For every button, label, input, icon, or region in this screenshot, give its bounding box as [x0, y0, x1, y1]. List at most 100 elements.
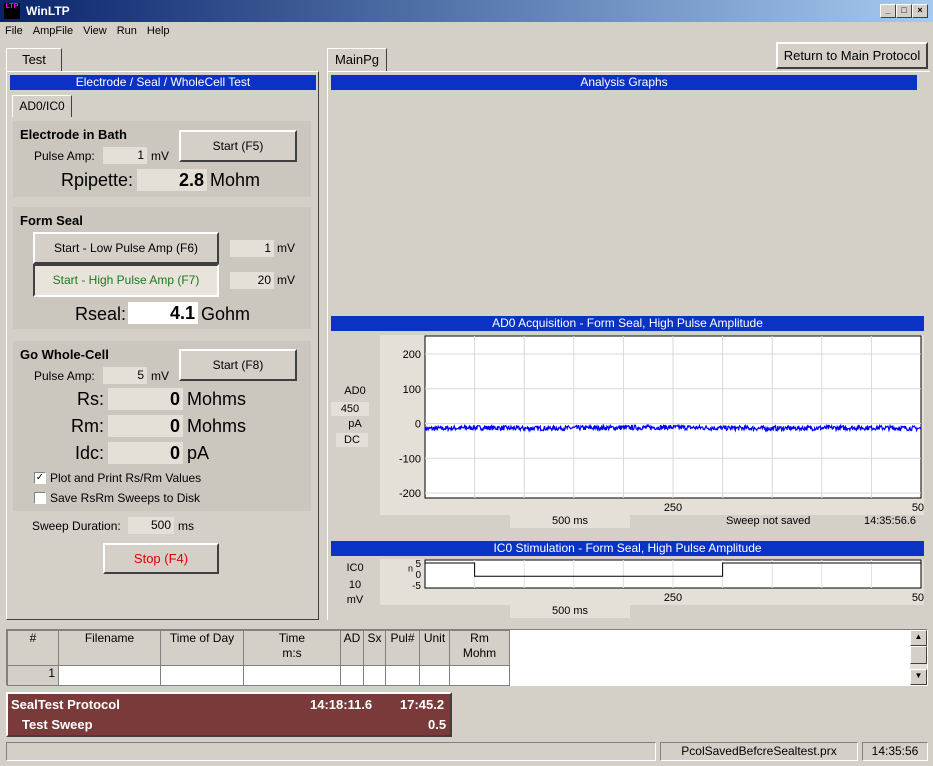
- stim-x-tick-label: 250: [664, 592, 682, 604]
- save-rsrm-checkbox[interactable]: [34, 492, 46, 504]
- rpipette-label: Rpipette:: [61, 170, 134, 190]
- bath-pulse-unit: mV: [151, 149, 169, 163]
- col-filename[interactable]: Filename: [58, 630, 161, 666]
- minimize-button[interactable]: _: [880, 4, 896, 18]
- rseal-unit: Gohm: [201, 304, 251, 324]
- acq-y-tick-label: -200: [399, 488, 421, 500]
- stimulation-header: IC0 Stimulation - Form Seal, High Pulse …: [331, 541, 924, 556]
- rseal-value: 4.1: [128, 302, 198, 324]
- idc-label: Idc:: [75, 443, 105, 463]
- electrode-header: Electrode / Seal / WholeCell Test: [10, 75, 316, 90]
- protocol-elapsed: 17:45.2: [400, 697, 445, 712]
- rseal-label: Rseal:: [75, 304, 127, 324]
- acq-x-tick-label: 500: [912, 502, 924, 514]
- form-seal-group: Form Seal Start - Low Pulse Amp (F6) 1 m…: [13, 207, 311, 329]
- plot-rsrm-checkbox[interactable]: ✓: [34, 472, 46, 484]
- acq-coupling[interactable]: DC: [336, 433, 368, 447]
- stim-channel: IC0: [346, 562, 364, 574]
- rs-value: 0: [108, 388, 183, 410]
- stim-x-tick-label: 500: [912, 592, 924, 604]
- bath-start-button[interactable]: Start (F5): [179, 130, 297, 162]
- acq-channel: AD0: [344, 385, 366, 397]
- col-time-of-day[interactable]: Time of Day: [160, 630, 244, 666]
- menu-file[interactable]: File: [0, 22, 28, 40]
- acq-y-tick-label: 200: [403, 349, 421, 361]
- protocol-name: SealTest Protocol: [11, 697, 120, 712]
- acq-y-tick-label: -100: [399, 453, 421, 465]
- maximize-button[interactable]: □: [896, 4, 912, 18]
- acquisition-plot: 2001000-100-2000250500: [399, 335, 924, 514]
- row-unit: [419, 665, 450, 686]
- table-scrollbar[interactable]: ▲ ▼: [910, 630, 927, 685]
- stim-y-tick-label: 5: [415, 559, 421, 570]
- scroll-up-icon[interactable]: ▲: [910, 630, 927, 646]
- rpipette-unit: Mohm: [210, 170, 261, 190]
- wholecell-pulse-value[interactable]: 5: [103, 367, 147, 384]
- sweep-value: 0.5: [428, 717, 447, 732]
- col-ad[interactable]: AD: [340, 630, 364, 666]
- high-pulse-value[interactable]: 20: [230, 272, 274, 289]
- stop-button[interactable]: Stop (F4): [103, 543, 219, 574]
- row-time: [243, 665, 341, 686]
- rm-unit: Mohms: [187, 416, 247, 436]
- status-clock: 14:35:56: [862, 742, 928, 761]
- menu-run[interactable]: Run: [112, 22, 142, 40]
- col-unit[interactable]: Unit: [419, 630, 450, 666]
- bath-title: Electrode in Bath: [20, 127, 127, 142]
- window-title: WinLTP: [26, 4, 70, 18]
- row-ad: [340, 665, 364, 686]
- rs-unit: Mohms: [187, 389, 247, 409]
- plot-rsrm-label: Plot and Print Rs/Rm Values: [50, 471, 202, 485]
- low-pulse-unit: mV: [277, 241, 295, 255]
- low-pulse-value[interactable]: 1: [230, 240, 274, 257]
- stim-xaxis-box: [394, 591, 454, 605]
- col-time[interactable]: Time m:s: [243, 630, 341, 666]
- col-pul[interactable]: Pul#: [385, 630, 420, 666]
- col-number[interactable]: #: [7, 630, 59, 666]
- high-pulse-unit: mV: [277, 273, 295, 287]
- menu-help[interactable]: Help: [142, 22, 175, 40]
- acq-xaxis-box: [394, 500, 454, 514]
- bath-pulse-label: Pulse Amp:: [34, 149, 95, 163]
- status-message: [6, 742, 656, 761]
- start-high-pulse-button[interactable]: Start - High Pulse Amp (F7): [33, 264, 219, 297]
- whole-cell-group: Go Whole-Cell Pulse Amp: 5 mV Start (F8)…: [13, 341, 311, 511]
- menu-bar: File AmpFile View Run Help: [0, 22, 933, 42]
- table-row[interactable]: 1: [7, 665, 510, 686]
- app-icon: LTP: [4, 3, 20, 19]
- sweep-duration-label: Sweep Duration:: [32, 519, 121, 533]
- acq-time: 14:35:56.6: [864, 515, 916, 527]
- stim-unit: mV: [346, 594, 364, 606]
- close-button[interactable]: ×: [912, 4, 928, 18]
- acquisition-header: AD0 Acquisition - Form Seal, High Pulse …: [331, 316, 924, 331]
- sweep-duration-value[interactable]: 500: [128, 517, 174, 534]
- rm-label: Rm:: [71, 416, 104, 436]
- sweep-table-grid: # Filename Time of Day Time m:s AD Sx Pu…: [7, 630, 510, 686]
- acq-status: Sweep not saved: [726, 515, 811, 527]
- scroll-thumb[interactable]: [910, 646, 927, 664]
- stim-gain: 10: [348, 579, 362, 591]
- acq-y-tick-label: 0: [415, 419, 421, 431]
- row-filename: [58, 665, 161, 686]
- tab-ad0-ic0[interactable]: AD0/IC0: [12, 95, 72, 117]
- bath-pulse-value[interactable]: 1: [103, 147, 147, 164]
- acq-x-tick-label: 250: [664, 502, 682, 514]
- col-rm[interactable]: Rm Mohm: [449, 630, 510, 666]
- row-rm: [449, 665, 510, 686]
- menu-ampfile[interactable]: AmpFile: [28, 22, 78, 40]
- rm-value: 0: [108, 415, 183, 437]
- acq-gain[interactable]: 450: [331, 402, 369, 416]
- col-sx[interactable]: Sx: [363, 630, 386, 666]
- tab-mainpg[interactable]: MainPg: [327, 48, 387, 72]
- sweep-name: Test Sweep: [22, 717, 93, 732]
- start-low-pulse-button[interactable]: Start - Low Pulse Amp (F6): [33, 232, 219, 264]
- wholecell-start-button[interactable]: Start (F8): [179, 349, 297, 381]
- tab-test[interactable]: Test: [6, 48, 62, 72]
- return-to-main-protocol-button[interactable]: Return to Main Protocol: [776, 42, 928, 69]
- row-time-of-day: [160, 665, 244, 686]
- stim-y-tick-label: 0: [415, 570, 421, 581]
- scroll-down-icon[interactable]: ▼: [910, 669, 927, 685]
- idc-value: 0: [108, 442, 183, 464]
- menu-view[interactable]: View: [78, 22, 112, 40]
- title-bar: LTP WinLTP _ □ ×: [0, 0, 933, 22]
